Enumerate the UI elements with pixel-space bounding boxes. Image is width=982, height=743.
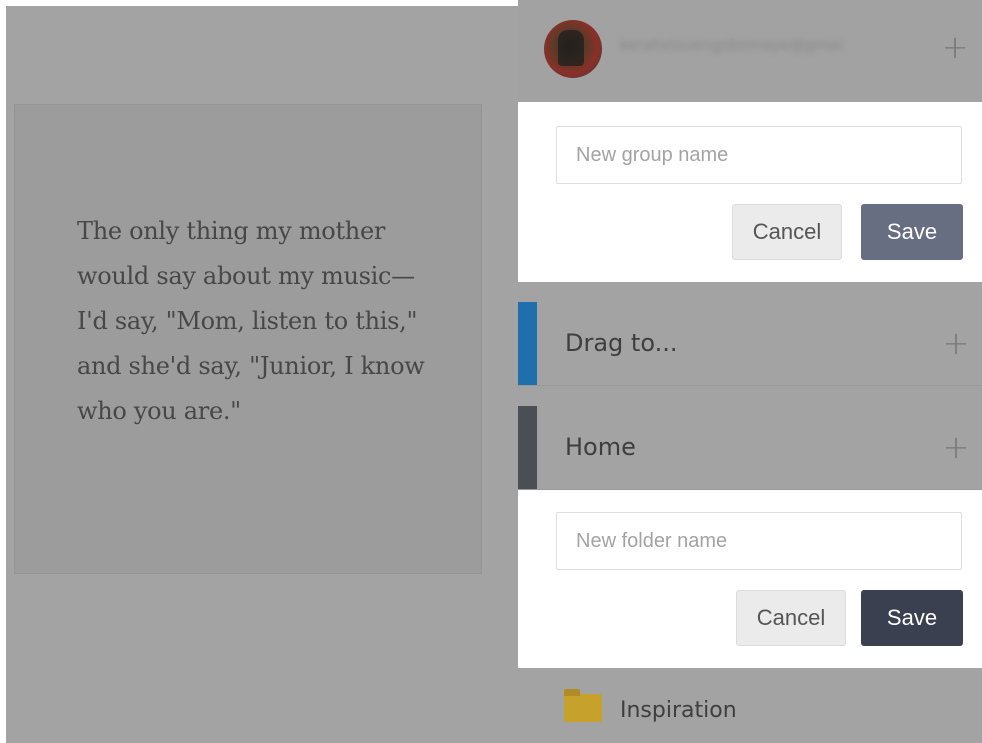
new-group-name-input[interactable] bbox=[556, 126, 962, 184]
new-group-form: Cancel Save bbox=[518, 102, 982, 282]
content-area: The only thing my mother would say about… bbox=[6, 6, 518, 743]
new-folder-form: Cancel Save bbox=[518, 490, 982, 668]
add-folder-plus-icon[interactable]: + bbox=[942, 327, 970, 359]
save-folder-button[interactable]: Save bbox=[861, 590, 963, 646]
group-color-bar bbox=[518, 406, 537, 489]
account-email: kerahelsuengsbomaye@gmai bbox=[620, 36, 843, 54]
group-row-home[interactable]: Home + bbox=[518, 406, 982, 490]
group-label: Drag to... bbox=[565, 329, 678, 357]
folder-icon bbox=[564, 689, 602, 722]
add-folder-plus-icon[interactable]: + bbox=[942, 431, 970, 463]
sidebar: kerahelsuengsbomaye@gmai + Cancel Save D… bbox=[518, 0, 982, 743]
folder-label: Inspiration bbox=[620, 698, 737, 723]
group-label: Home bbox=[565, 433, 636, 461]
group-row-drag-to[interactable]: Drag to... + bbox=[518, 302, 982, 386]
folder-item-inspiration[interactable]: Inspiration bbox=[518, 668, 982, 743]
avatar[interactable] bbox=[544, 20, 602, 78]
add-group-plus-icon[interactable]: + bbox=[941, 31, 969, 63]
cancel-group-button[interactable]: Cancel bbox=[732, 204, 842, 260]
group-color-bar bbox=[518, 302, 537, 385]
save-group-button[interactable]: Save bbox=[861, 204, 963, 260]
cancel-folder-button[interactable]: Cancel bbox=[736, 590, 846, 646]
quote-text: The only thing my mother would say about… bbox=[77, 217, 425, 425]
new-folder-name-input[interactable] bbox=[556, 512, 962, 570]
quote-card[interactable]: The only thing my mother would say about… bbox=[14, 104, 482, 574]
account-row[interactable]: kerahelsuengsbomaye@gmai + bbox=[518, 0, 982, 102]
